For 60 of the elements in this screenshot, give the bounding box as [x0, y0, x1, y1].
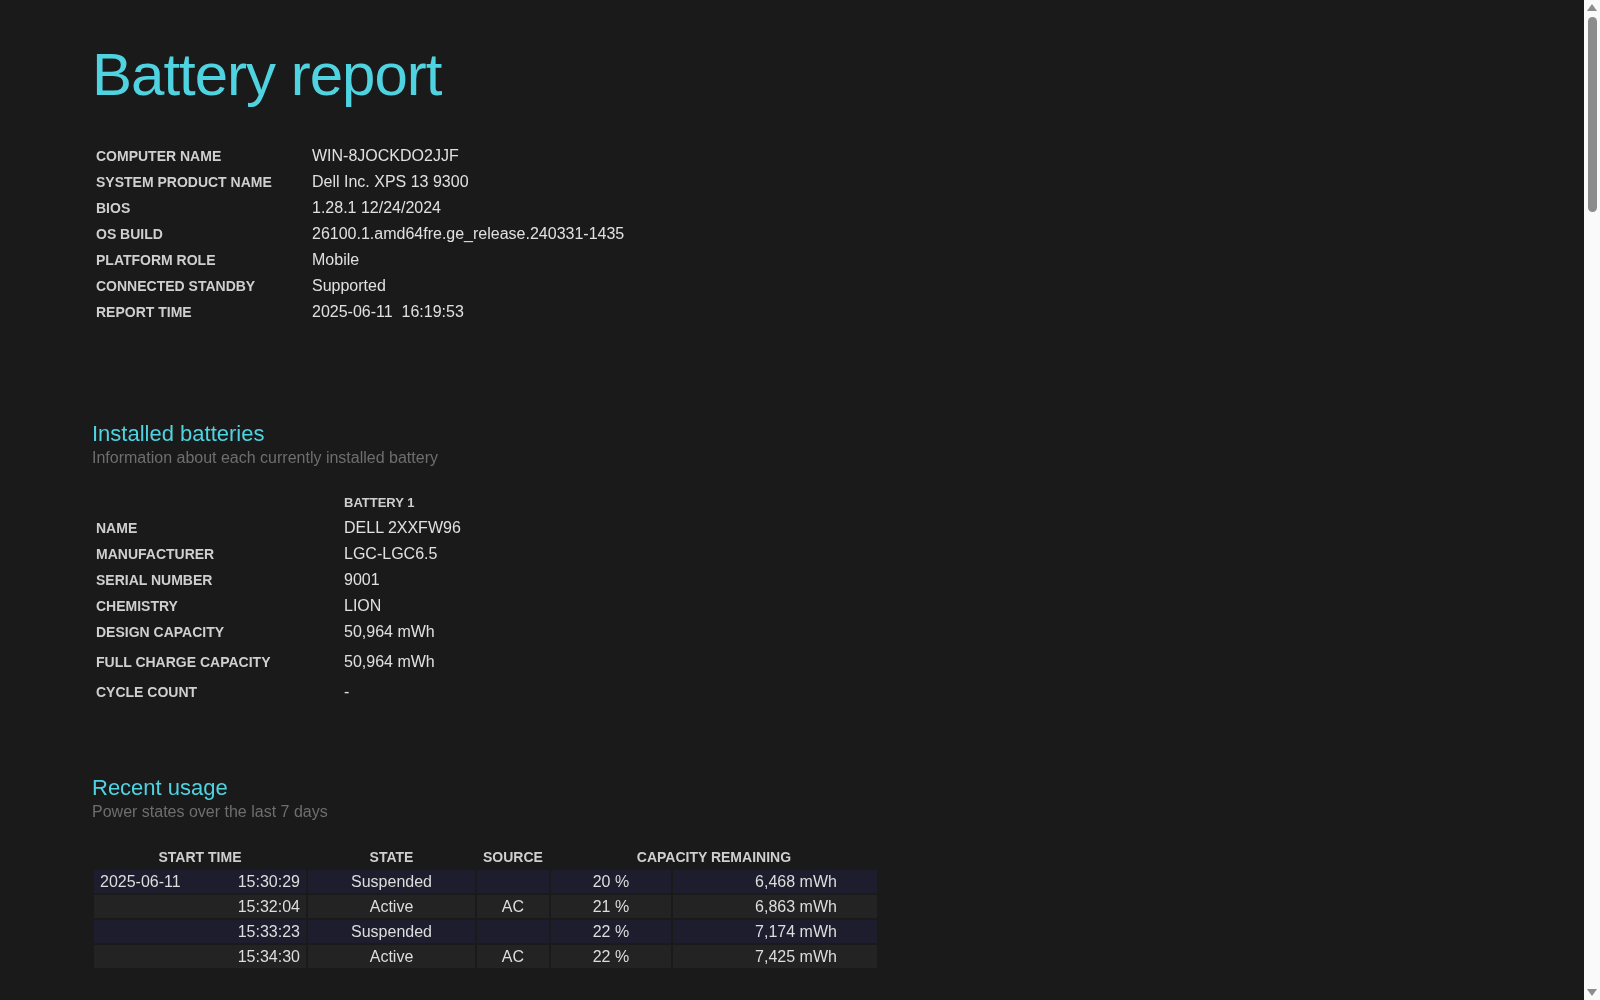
field-label: PLATFORM ROLE [95, 251, 217, 270]
column-header: START TIME [157, 847, 243, 867]
table-cell: Active [308, 945, 475, 968]
field-label: OS BUILD [95, 225, 164, 244]
field-label: DESIGN CAPACITY [95, 623, 226, 642]
table-cell: AC [477, 895, 549, 918]
field-label: COMPUTER NAME [95, 147, 223, 166]
table-cell: Active [308, 895, 475, 918]
table-cell: 20 % [550, 870, 671, 893]
field-value: LGC-LGC6.5 [343, 544, 439, 564]
field-label: MANUFACTURER [95, 545, 216, 564]
table-cell: 7,425 mWh [672, 945, 877, 968]
section-subtitle: Information about each currently installed battery [92, 449, 439, 467]
table-cell: 6,468 mWh [672, 870, 877, 893]
table-cell: AC [477, 945, 549, 968]
table-cell: Suspended [308, 920, 475, 943]
field-value: 50,964 mWh [343, 622, 436, 642]
field-value: Mobile [311, 250, 361, 270]
field-value: Supported [311, 276, 387, 296]
field-value: WIN-8JOCKDO2JJF [311, 146, 460, 166]
field-value: LION [343, 596, 383, 616]
field-value: - [343, 682, 351, 702]
field-value: DELL 2XXFW96 [343, 518, 462, 538]
scroll-up-icon[interactable] [1587, 4, 1597, 11]
column-header: STATE [368, 847, 415, 867]
field-label: CONNECTED STANDBY [95, 277, 257, 296]
report-title: Battery report [92, 40, 443, 109]
field-label: SERIAL NUMBER [95, 571, 214, 590]
table-cell: 22 % [550, 945, 671, 968]
column-header: BATTERY 1 [343, 493, 416, 512]
section-heading: Installed batteries [92, 421, 266, 447]
date-text: 2025-06-11 [100, 872, 181, 891]
field-label: CYCLE COUNT [95, 683, 199, 702]
section-heading: Recent usage [92, 775, 229, 801]
table-cell: 22 % [550, 920, 671, 943]
time-text: 15:32:04 [237, 897, 300, 916]
field-label: SYSTEM PRODUCT NAME [95, 173, 273, 192]
table-cell: 6,863 mWh [672, 895, 877, 918]
time-text: 15:33:23 [237, 922, 300, 941]
field-label: FULL CHARGE CAPACITY [95, 653, 272, 672]
table-cell: 21 % [550, 895, 671, 918]
field-label: CHEMISTRY [95, 597, 179, 616]
field-value: 2025-06-11 16:19:53 [311, 302, 465, 322]
time-text: 15:30:29 [237, 872, 300, 891]
field-value: 9001 [343, 570, 381, 590]
field-value: 50,964 mWh [343, 652, 436, 672]
section-subtitle: Power states over the last 7 days [92, 803, 329, 821]
field-label: BIOS [95, 199, 132, 218]
field-value: 1.28.1 12/24/2024 [311, 198, 442, 218]
field-value: 26100.1.amd64fre.ge_release.240331-1435 [311, 224, 626, 244]
scrollbar-thumb[interactable] [1587, 17, 1597, 212]
time-text: 15:34:30 [237, 947, 300, 966]
field-label: REPORT TIME [95, 303, 193, 322]
field-label: NAME [95, 519, 139, 538]
field-value: Dell Inc. XPS 13 9300 [311, 172, 470, 192]
scroll-down-icon[interactable] [1587, 989, 1597, 996]
table-cell: Suspended [308, 870, 475, 893]
column-header: SOURCE [482, 847, 544, 867]
column-header: CAPACITY REMAINING [635, 847, 793, 867]
table-cell: 7,174 mWh [672, 920, 877, 943]
